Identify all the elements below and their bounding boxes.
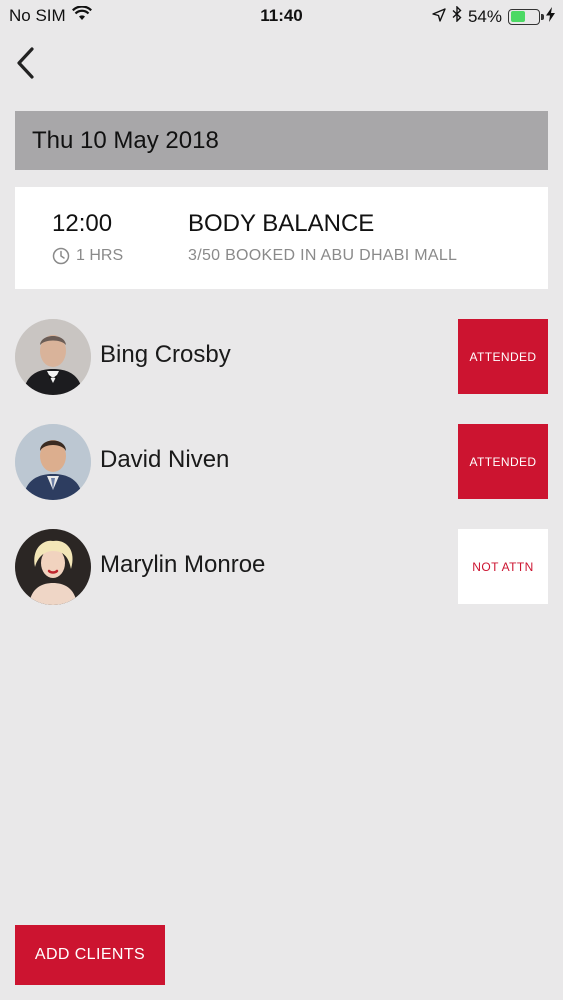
battery-icon (508, 8, 544, 25)
attendance-button[interactable]: ATTENDED (458, 424, 548, 499)
duration-label: 1 HRS (76, 247, 124, 264)
client-name: Marylin Monroe (100, 551, 266, 578)
add-clients-button[interactable]: ADD CLIENTS (15, 925, 165, 985)
status-bar: No SIM 11:40 54% (0, 0, 563, 32)
charging-bolt-icon (546, 6, 555, 27)
bluetooth-icon (452, 5, 462, 27)
clock-icon (52, 247, 70, 265)
date-header: Thu 10 May 2018 (15, 111, 548, 170)
class-card[interactable]: 12:00 1 HRS BODY BALANCE 3/50 BOOKED IN … (15, 187, 548, 289)
class-booking-info: 3/50 BOOKED IN ABU DHABI MALL (188, 247, 458, 264)
class-duration: 1 HRS (52, 247, 123, 265)
client-name: Bing Crosby (100, 341, 231, 368)
client-row[interactable]: Bing Crosby ATTENDED (15, 319, 548, 395)
add-clients-label: ADD CLIENTS (34, 946, 146, 963)
client-row[interactable]: David Niven ATTENDED (15, 424, 548, 500)
avatar (15, 319, 91, 395)
status-right: 54% (432, 5, 555, 27)
battery-level (510, 11, 526, 22)
attendance-button[interactable]: ATTENDED (458, 319, 548, 394)
class-name: BODY BALANCE (188, 210, 375, 237)
date-label: Thu 10 May 2018 (32, 126, 219, 154)
class-time: 12:00 (52, 210, 113, 237)
client-row[interactable]: Marylin Monroe NOT ATTN (15, 529, 548, 605)
avatar (15, 424, 91, 500)
battery-percent: 54% (467, 6, 502, 26)
location-arrow-icon (432, 7, 446, 27)
attendance-button[interactable]: NOT ATTN (458, 529, 548, 604)
chevron-left-icon (17, 47, 34, 79)
avatar (15, 529, 91, 605)
back-button[interactable] (10, 44, 40, 82)
client-name: David Niven (100, 446, 230, 473)
